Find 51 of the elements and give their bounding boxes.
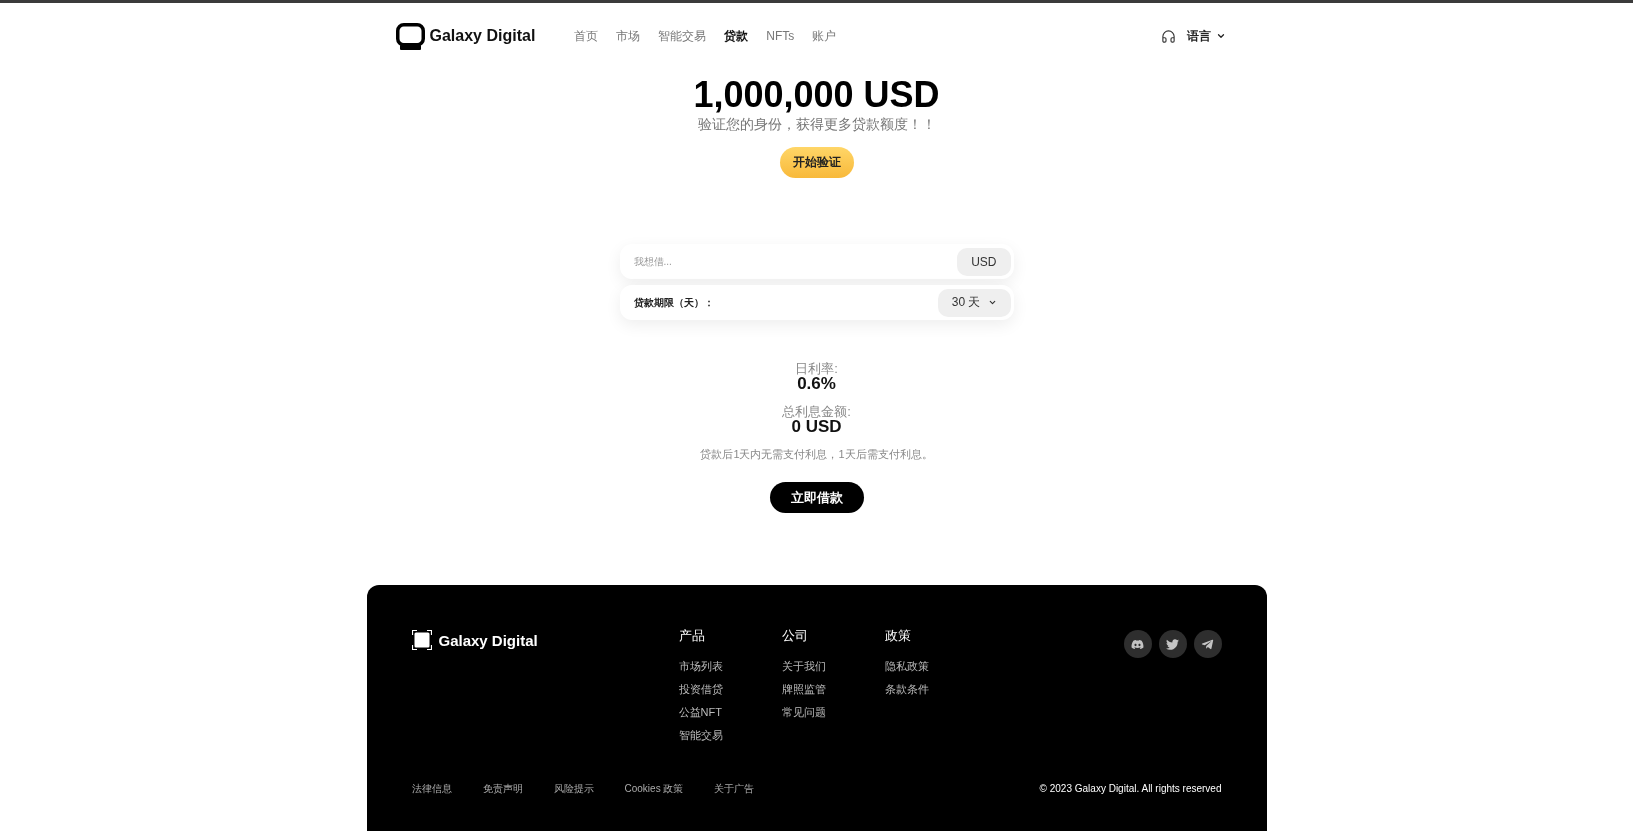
verify-button[interactable]: 开始验证 — [779, 147, 854, 178]
footer-bottom-link[interactable]: 免责声明 — [482, 782, 523, 796]
stat-label: 日利率: — [795, 362, 838, 376]
nav-link[interactable]: 智能交易 — [658, 28, 707, 44]
bird-icon — [1166, 637, 1179, 651]
language-button[interactable]: 语言 — [1186, 27, 1226, 45]
footer-link[interactable]: 隐私政策 — [884, 659, 988, 673]
currency-button[interactable]: USD — [957, 247, 1011, 276]
copyright-text: © 2023 Galaxy Digital. All rights reserved — [1039, 782, 1222, 796]
footer-link[interactable]: 关于我们 — [781, 659, 885, 673]
chevron-down-icon — [987, 298, 997, 307]
term-select[interactable]: 30 天 — [937, 288, 1011, 317]
footer-bottom-link[interactable]: 风险提示 — [553, 782, 594, 796]
footer-bottom-link[interactable]: Cookies 政策 — [624, 782, 684, 796]
footer-link[interactable]: 牌照监管 — [781, 682, 885, 696]
footer-link[interactable]: 市场列表 — [678, 659, 782, 673]
footer-column-title: 政策 — [884, 628, 912, 644]
telegram-button[interactable] — [1193, 630, 1222, 658]
logo-text: Galaxy Digital — [429, 27, 536, 45]
paper-plane-icon — [1201, 637, 1214, 651]
footer-link[interactable]: 投资借贷 — [678, 682, 782, 696]
twitter-button[interactable] — [1158, 630, 1187, 658]
nav-link[interactable]: 贷款 — [724, 28, 749, 44]
nav-link[interactable]: 首页 — [574, 28, 599, 44]
logo-icon — [411, 630, 432, 650]
footer-bottom-link[interactable]: 关于广告 — [714, 782, 755, 796]
loan-amount-title: 1,000,000 USD — [693, 76, 940, 114]
footer-link[interactable]: 条款条件 — [884, 682, 988, 696]
nav-link[interactable]: 账户 — [812, 28, 837, 44]
chevron-down-icon — [1215, 31, 1226, 41]
discord-icon — [1131, 637, 1144, 651]
interest-note: 贷款后1天内无需支付利息，1天后需支付利息。 — [700, 447, 933, 461]
headset-icon[interactable] — [1160, 28, 1176, 44]
borrow-button[interactable]: 立即借款 — [769, 482, 864, 513]
verify-subtitle: 验证您的身份，获得更多贷款额度！！ — [697, 115, 936, 134]
term-label: 贷款期限（天）： — [633, 295, 715, 310]
footer-column-title: 公司 — [781, 628, 809, 644]
stat-value: 0.6% — [797, 376, 836, 392]
footer-link[interactable]: 智能交易 — [678, 728, 782, 742]
nav-link[interactable]: 市场 — [616, 28, 641, 44]
footer-logo-text: Galaxy Digital — [438, 631, 538, 649]
footer-bottom-link[interactable]: 法律信息 — [411, 782, 452, 796]
stat-label: 总利息金额: — [782, 405, 851, 419]
amount-field[interactable]: 我想借... USD — [619, 244, 1014, 279]
footer-link[interactable]: 公益NFT — [678, 705, 782, 719]
footer-link[interactable]: 常见问题 — [781, 705, 885, 719]
footer-column-title: 产品 — [678, 628, 706, 644]
logo-icon — [395, 22, 425, 50]
discord-button[interactable] — [1123, 630, 1152, 658]
nav-link[interactable]: NFTs — [766, 28, 795, 44]
stat-value: 0 USD — [791, 419, 842, 435]
